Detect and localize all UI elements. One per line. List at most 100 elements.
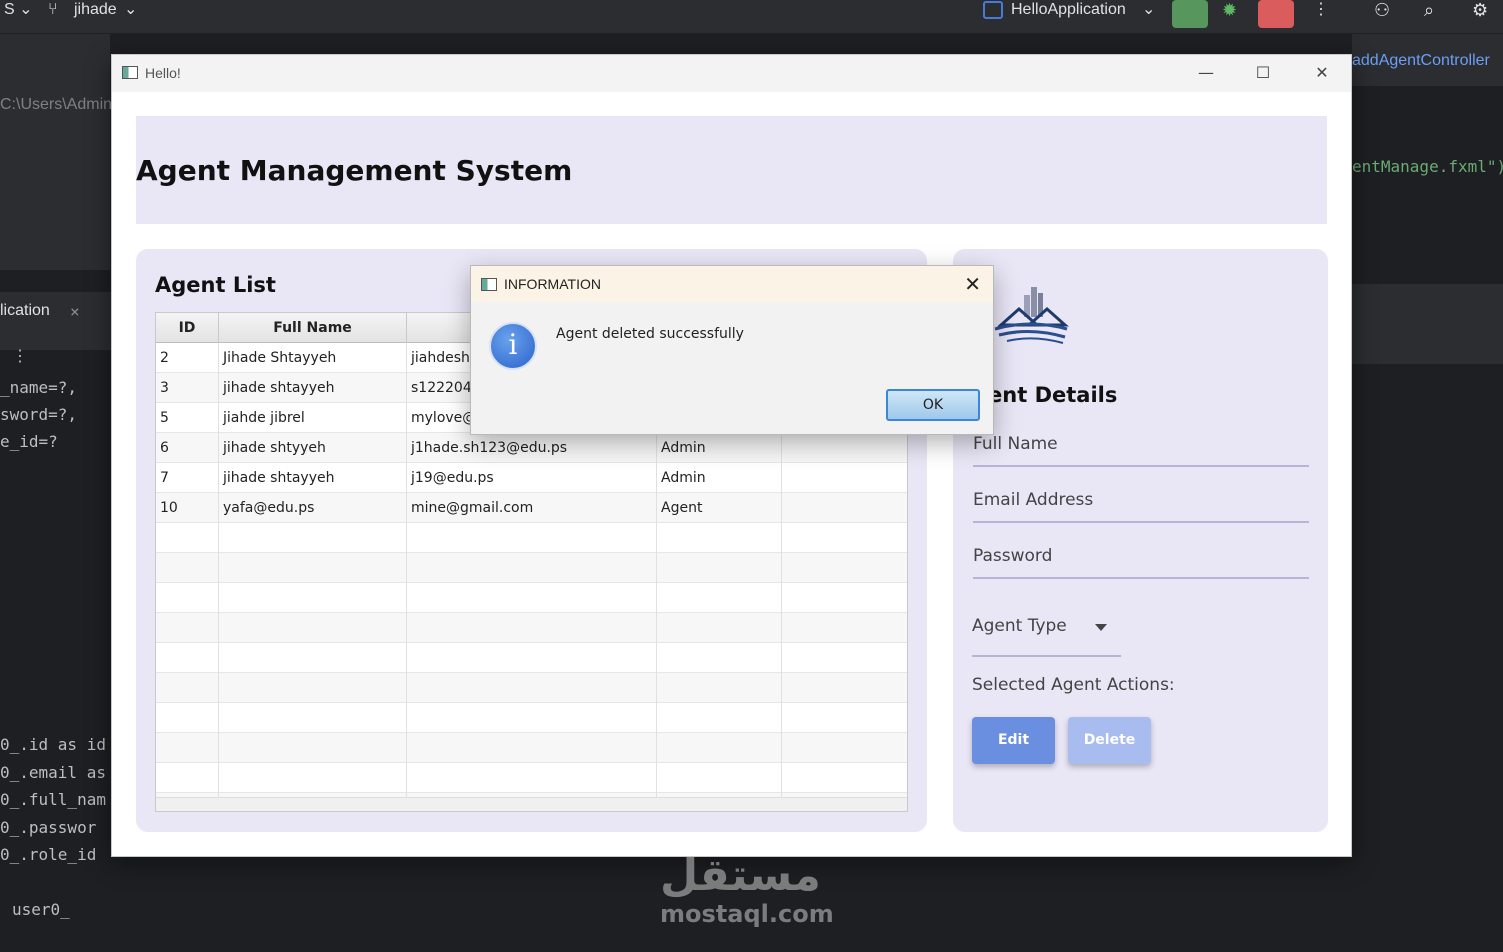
dropdown-arrow-icon[interactable] bbox=[1095, 624, 1107, 631]
run-tab-label[interactable]: lication bbox=[0, 302, 50, 320]
dialog-window-icon bbox=[481, 278, 497, 291]
table-row[interactable]: 10 yafa@edu.ps mine@gmail.com Agent bbox=[156, 493, 907, 523]
table-cell bbox=[407, 643, 657, 673]
debug-icon[interactable]: ✹ bbox=[1222, 0, 1237, 20]
ok-button[interactable]: OK bbox=[886, 389, 980, 421]
table-row[interactable]: 7 jihade shtayyeh j19@edu.ps Admin bbox=[156, 463, 907, 493]
console-line: 0_.id as id bbox=[0, 735, 106, 754]
kebab-icon[interactable]: ⋮ bbox=[12, 346, 28, 365]
console-line: 0_.full_nam bbox=[0, 790, 106, 809]
table-cell bbox=[657, 553, 782, 583]
branch-name[interactable]: jihade bbox=[74, 0, 117, 20]
window-titlebar[interactable]: Hello! — ☐ ✕ bbox=[112, 55, 1351, 92]
column-header-id[interactable]: ID bbox=[156, 313, 219, 343]
search-icon[interactable]: ⌕ bbox=[1424, 0, 1434, 20]
table-cell bbox=[782, 523, 907, 553]
table-cell bbox=[407, 523, 657, 553]
table-cell bbox=[657, 643, 782, 673]
email-field[interactable]: Email Address bbox=[973, 485, 1309, 523]
table-cell bbox=[657, 763, 782, 793]
ide-editor-right: addAgentController entManage.fxml") bbox=[1352, 34, 1503, 952]
table-cell bbox=[219, 613, 407, 643]
table-cell: Jihade Shtayyeh bbox=[219, 343, 407, 373]
table-cell bbox=[657, 613, 782, 643]
table-cell bbox=[407, 763, 657, 793]
empty-table-row[interactable] bbox=[156, 703, 907, 733]
table-cell: jiahde jibrel bbox=[219, 403, 407, 433]
agent-list-title: Agent List bbox=[155, 273, 276, 297]
console-line: sword=?, bbox=[0, 405, 78, 424]
empty-table-row[interactable] bbox=[156, 643, 907, 673]
watermark-latin: mostaql.com bbox=[660, 900, 834, 928]
minimize-icon[interactable]: — bbox=[1183, 61, 1229, 85]
table-row[interactable]: 6 jihade shtyyeh j1hade.sh123@edu.ps Admin bbox=[156, 433, 907, 463]
run-config-chevron-icon[interactable]: ⌄ bbox=[1142, 0, 1155, 20]
empty-table-row[interactable] bbox=[156, 583, 907, 613]
table-cell bbox=[782, 583, 907, 613]
watermark-arabic: مستقل bbox=[660, 850, 821, 901]
app-window: Hello! — ☐ ✕ Agent Management System Age… bbox=[111, 54, 1352, 857]
table-cell bbox=[219, 583, 407, 613]
password-field[interactable]: Password bbox=[973, 541, 1309, 579]
branch-icon: ⑂ bbox=[48, 1, 58, 18]
agent-type-select[interactable]: Agent Type bbox=[972, 605, 1121, 657]
empty-table-row[interactable] bbox=[156, 613, 907, 643]
table-cell bbox=[782, 673, 907, 703]
column-header-full-name[interactable]: Full Name bbox=[219, 313, 407, 343]
table-cell: jihade shtayyeh bbox=[219, 463, 407, 493]
table-cell bbox=[219, 673, 407, 703]
table-cell bbox=[782, 703, 907, 733]
more-icon[interactable]: ⋮ bbox=[1313, 0, 1329, 20]
table-cell: mine@gmail.com bbox=[407, 493, 657, 523]
full-name-field[interactable]: Full Name bbox=[973, 429, 1309, 467]
empty-table-row[interactable] bbox=[156, 673, 907, 703]
close-icon[interactable]: ✕ bbox=[964, 272, 981, 296]
table-cell bbox=[407, 613, 657, 643]
close-icon[interactable]: × bbox=[70, 302, 80, 321]
edit-button[interactable]: Edit bbox=[972, 717, 1055, 764]
table-cell: 2 bbox=[156, 343, 219, 373]
window-title: Hello! bbox=[145, 65, 181, 81]
table-cell: 5 bbox=[156, 403, 219, 433]
table-cell bbox=[407, 703, 657, 733]
table-cell bbox=[407, 553, 657, 583]
table-cell bbox=[156, 643, 219, 673]
horizontal-scrollbar[interactable] bbox=[156, 797, 907, 811]
add-user-icon[interactable]: ⚇ bbox=[1374, 0, 1390, 20]
dialog-titlebar[interactable]: INFORMATION ✕ bbox=[471, 266, 993, 302]
empty-table-row[interactable] bbox=[156, 523, 907, 553]
gear-icon[interactable]: ⚙ bbox=[1472, 0, 1488, 20]
stop-button[interactable] bbox=[1258, 0, 1294, 28]
table-cell bbox=[156, 613, 219, 643]
close-icon[interactable]: ✕ bbox=[1299, 61, 1345, 85]
table-cell bbox=[156, 733, 219, 763]
project-pane: C:\Users\Admin bbox=[0, 34, 112, 270]
empty-table-row[interactable] bbox=[156, 733, 907, 763]
maximize-icon[interactable]: ☐ bbox=[1240, 61, 1286, 85]
table-cell bbox=[657, 703, 782, 733]
table-cell bbox=[782, 493, 907, 523]
empty-table-row[interactable] bbox=[156, 763, 907, 793]
editor-tab[interactable]: addAgentController bbox=[1352, 52, 1490, 70]
chevron-down-icon[interactable]: S ⌄ bbox=[4, 0, 33, 20]
console-line: _name=?, bbox=[0, 378, 78, 397]
table-cell: j1hade.sh123@edu.ps bbox=[407, 433, 657, 463]
run-config-name[interactable]: HelloApplication bbox=[1011, 0, 1126, 20]
table-cell bbox=[156, 763, 219, 793]
table-cell: jihade shtayyeh bbox=[219, 373, 407, 403]
dialog-title: INFORMATION bbox=[504, 276, 601, 292]
empty-table-row[interactable] bbox=[156, 553, 907, 583]
table-cell bbox=[219, 523, 407, 553]
table-cell: 6 bbox=[156, 433, 219, 463]
table-cell bbox=[407, 673, 657, 703]
table-cell bbox=[156, 583, 219, 613]
rerun-button[interactable] bbox=[1172, 0, 1208, 28]
delete-button[interactable]: Delete bbox=[1068, 717, 1151, 764]
console-line: 0_.role_id bbox=[0, 845, 97, 864]
table-cell bbox=[782, 613, 907, 643]
branch-chevron-icon[interactable]: ⌄ bbox=[124, 0, 137, 20]
table-cell: 7 bbox=[156, 463, 219, 493]
table-cell: jihade shtyyeh bbox=[219, 433, 407, 463]
table-cell bbox=[219, 643, 407, 673]
ide-left-panel: C:\Users\Admin lication × ⋮ _name=?, swo… bbox=[0, 34, 112, 952]
